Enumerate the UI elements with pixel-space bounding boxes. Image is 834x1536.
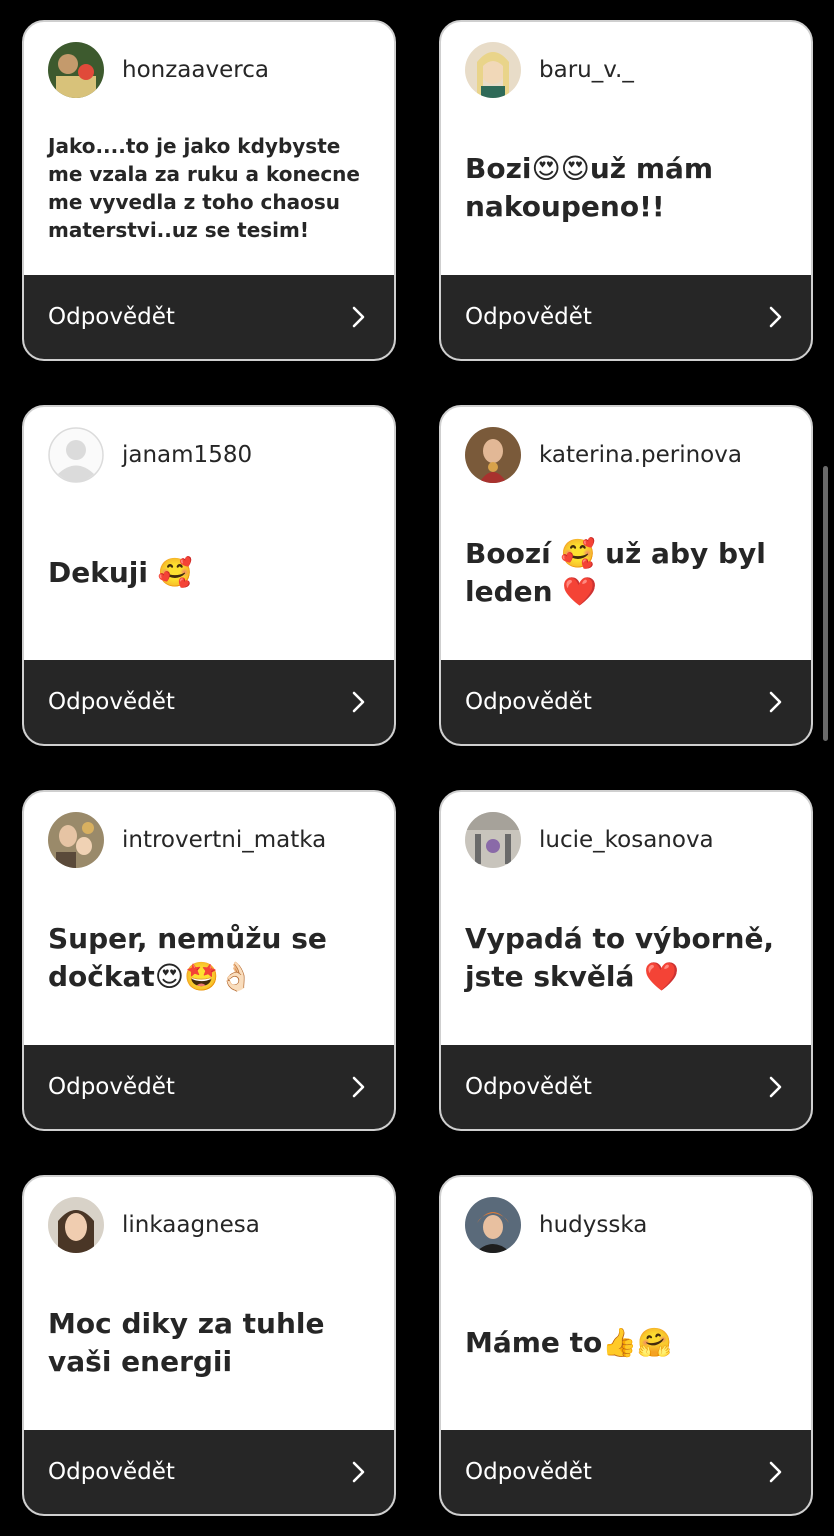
reply-card: honzaaverca Jako....to je jako kdybyste … [22,20,396,361]
username[interactable]: linkaagnesa [122,1212,260,1238]
reply-message: Máme to👍🤗 [465,1325,673,1359]
reply-button-label: Odpovědět [48,304,175,330]
username[interactable]: introvertni_matka [122,827,326,853]
reply-button[interactable]: Odpovědět [441,275,811,359]
message-area: Super, nemůžu se dočkat😍🤩👌🏻 [48,870,374,1045]
avatar[interactable] [465,427,521,483]
chevron-right-icon [352,1461,365,1483]
card-header: lucie_kosanova [465,812,714,868]
reply-button[interactable]: Odpovědět [24,1430,394,1514]
reply-button[interactable]: Odpovědět [441,1045,811,1129]
chevron-right-icon [769,691,782,713]
card-header: honzaaverca [48,42,269,98]
username[interactable]: lucie_kosanova [539,827,714,853]
reply-message: Bozi😍😍už mám nakoupeno!! [465,151,714,223]
story-replies-grid: honzaaverca Jako....to je jako kdybyste … [0,0,834,1536]
avatar[interactable] [465,1197,521,1253]
message-area: Dekuji 🥰 [48,485,374,660]
chevron-right-icon [352,306,365,328]
message-area: Boozí 🥰 už aby byl leden ❤️ [465,485,791,660]
message-area: Máme to👍🤗 [465,1255,791,1430]
reply-button-label: Odpovědět [48,1074,175,1100]
reply-card: linkaagnesa Moc diky za tuhle vaši energ… [22,1175,396,1516]
username[interactable]: baru_v._ [539,57,634,83]
username[interactable]: honzaaverca [122,57,269,83]
reply-button[interactable]: Odpovědět [441,1430,811,1514]
card-header: janam1580 [48,427,252,483]
reply-card: janam1580 Dekuji 🥰 Odpovědět [22,405,396,746]
avatar[interactable] [465,42,521,98]
reply-message: Dekuji 🥰 [48,555,193,589]
reply-card: hudysska Máme to👍🤗 Odpovědět [439,1175,813,1516]
reply-card: introvertni_matka Super, nemůžu se dočka… [22,790,396,1131]
chevron-right-icon [352,691,365,713]
reply-button-label: Odpovědět [48,1459,175,1485]
card-header: hudysska [465,1197,647,1253]
reply-button-label: Odpovědět [465,689,592,715]
reply-button[interactable]: Odpovědět [24,1045,394,1129]
message-area: Vypadá to výborně, jste skvělá ❤️ [465,870,791,1045]
username[interactable]: katerina.perinova [539,442,742,468]
reply-message: Boozí 🥰 už aby byl leden ❤️ [465,536,766,608]
card-header: katerina.perinova [465,427,742,483]
username[interactable]: janam1580 [122,442,252,468]
message-area: Bozi😍😍už mám nakoupeno!! [465,100,791,275]
chevron-right-icon [352,1076,365,1098]
chevron-right-icon [769,306,782,328]
avatar[interactable] [48,42,104,98]
reply-card: katerina.perinova Boozí 🥰 už aby byl led… [439,405,813,746]
reply-card: lucie_kosanova Vypadá to výborně, jste s… [439,790,813,1131]
reply-button-label: Odpovědět [465,304,592,330]
default-avatar-icon[interactable] [48,427,104,483]
reply-button[interactable]: Odpovědět [24,275,394,359]
card-header: baru_v._ [465,42,634,98]
reply-message: Jako....to je jako kdybyste me vzala za … [48,133,360,242]
reply-button[interactable]: Odpovědět [24,660,394,744]
message-area: Jako....to je jako kdybyste me vzala za … [48,100,374,275]
reply-card: baru_v._ Bozi😍😍už mám nakoupeno!! Odpově… [439,20,813,361]
username[interactable]: hudysska [539,1212,647,1238]
reply-button[interactable]: Odpovědět [441,660,811,744]
reply-message: Super, nemůžu se dočkat😍🤩👌🏻 [48,921,327,993]
reply-button-label: Odpovědět [465,1074,592,1100]
avatar[interactable] [48,1197,104,1253]
reply-button-label: Odpovědět [465,1459,592,1485]
message-area: Moc diky za tuhle vaši energii [48,1255,374,1430]
reply-button-label: Odpovědět [48,689,175,715]
reply-message: Vypadá to výborně, jste skvělá ❤️ [465,921,775,993]
card-header: introvertni_matka [48,812,326,868]
scrollbar[interactable] [823,466,828,741]
chevron-right-icon [769,1076,782,1098]
avatar[interactable] [465,812,521,868]
reply-message: Moc diky za tuhle vaši energii [48,1306,325,1378]
avatar[interactable] [48,812,104,868]
chevron-right-icon [769,1461,782,1483]
card-header: linkaagnesa [48,1197,260,1253]
